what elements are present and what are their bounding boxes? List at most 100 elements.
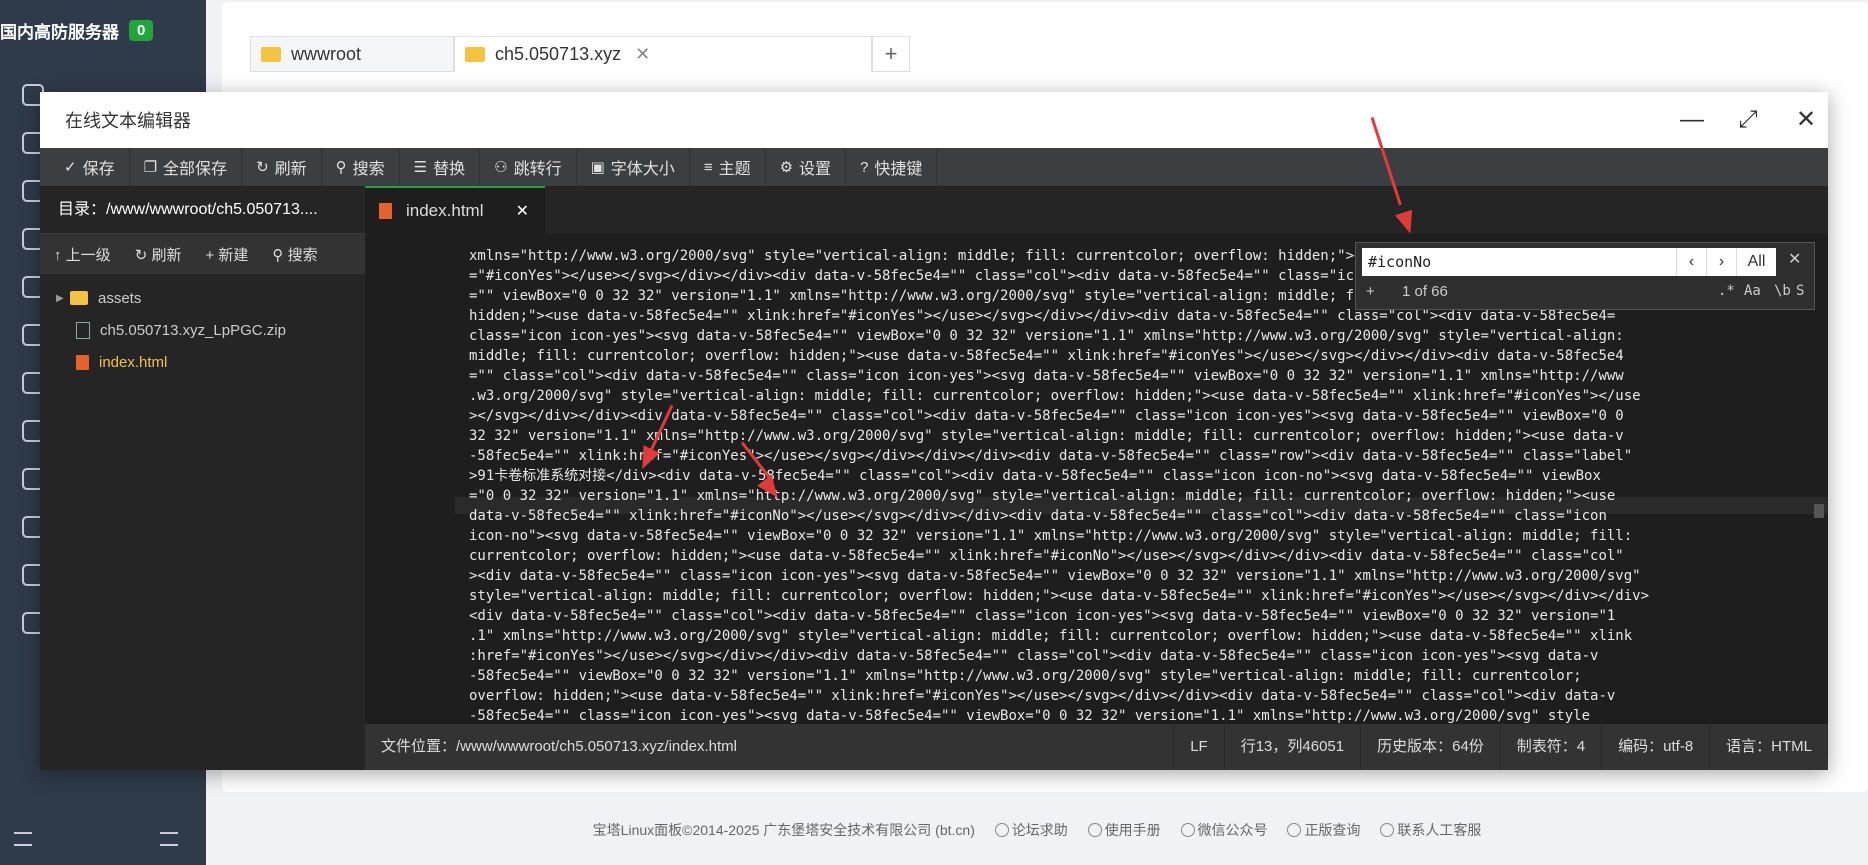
match-count: 1 of 66 [1402, 283, 1448, 300]
close-window-icon[interactable]: ✕ [1790, 104, 1822, 136]
case-toggle-icon[interactable]: Aa [1744, 283, 1761, 299]
status-language[interactable]: 语言：HTML [1709, 724, 1828, 770]
tab-ch5[interactable]: ch5.050713.xyz ✕ [454, 36, 872, 72]
new-file-button[interactable]: + 新建 [205, 244, 248, 265]
status-tab[interactable]: 制表符：4 [1499, 724, 1601, 770]
editor-title: 在线文本编辑器 [65, 111, 191, 131]
code-line: data-v-58fec5e4="" xlink:href="#iconNo">… [469, 508, 1607, 524]
code-line: .w3.org/2000/svg" style="vertical-align:… [469, 388, 1641, 404]
search-button[interactable]: ⚲ 搜索 [322, 148, 400, 186]
search-tree-button[interactable]: ⚲ 搜索 [272, 244, 317, 265]
code-line: ="" class="col"><div data-v-58fec5e4="" … [469, 368, 1624, 384]
font-size-button[interactable]: ▣ 字体大小 [577, 148, 690, 186]
folder-icon [465, 46, 485, 62]
help-icon: ? [860, 158, 869, 176]
add-tab-button[interactable]: + [872, 36, 910, 72]
refresh-button[interactable]: ↻ 刷新 [242, 148, 322, 186]
replace-button[interactable]: ☰ 替换 [400, 148, 481, 186]
code-line: :href="#iconYes"></use></svg></div></div… [469, 648, 1599, 664]
tab-label: ch5.050713.xyz [495, 43, 622, 64]
footer-copyright: 宝塔Linux面板©2014-2025 广东堡塔安全技术有限公司 (bt.cn) [592, 822, 975, 838]
folder-icon [261, 46, 281, 62]
status-cursor[interactable]: 行13，列46051 [1223, 724, 1360, 770]
check-icon: ✓ [64, 159, 77, 176]
footer-link[interactable]: 微信公众号 [1180, 822, 1268, 838]
search-input[interactable] [1362, 248, 1676, 276]
folder-icon [70, 291, 88, 305]
manual-icon [1087, 823, 1102, 837]
refresh-icon: ↻ [256, 159, 269, 176]
close-search-icon[interactable]: ✕ [1788, 249, 1801, 269]
save-all-button[interactable]: ❐ 全部保存 [130, 148, 243, 186]
scrollbar-thumb[interactable] [1814, 504, 1824, 518]
editor-titlebar: 在线文本编辑器 — ⤢ ✕ [40, 92, 1828, 148]
regex-toggle-icon[interactable]: .* [1718, 283, 1735, 299]
footer-link[interactable]: 联系人工客服 [1380, 822, 1481, 838]
verify-icon [1287, 823, 1302, 837]
vertical-scrollbar[interactable] [1814, 234, 1824, 724]
word-toggle-icon[interactable]: \b [1774, 283, 1791, 299]
file-tree: ▶ assets ch5.050713.xyz_LpPGC.zip index.… [40, 274, 365, 378]
code-line: <div data-v-58fec5e4="" class="col"><div… [469, 608, 1616, 624]
maximize-icon[interactable]: ⤢ [1732, 104, 1764, 136]
copy-icon: ❐ [143, 159, 158, 176]
status-encoding[interactable]: 编码：utf-8 [1601, 724, 1709, 770]
code-line: 32 32" version="1.1" xmlns="http://www.w… [469, 428, 1624, 444]
jump-icon: ⚇ [494, 159, 508, 176]
brand[interactable]: 国内高防服务器 0 [0, 14, 154, 46]
replace-toggle-icon[interactable]: + [1366, 283, 1375, 300]
minimize-icon[interactable]: — [1676, 104, 1708, 136]
brand-name: 国内高防服务器 [0, 22, 119, 42]
tree-folder-assets[interactable]: ▶ assets [40, 282, 365, 314]
footer-link[interactable]: 正版查询 [1287, 822, 1360, 838]
tree-file-zip[interactable]: ch5.050713.xyz_LpPGC.zip [40, 314, 365, 346]
directory-path: 目录：/www/wwwroot/ch5.050713.... [40, 186, 365, 234]
text-editor-window: 在线文本编辑器 — ⤢ ✕ ✓ 保存 ❐ 全部保存 ↻ 刷新 ⚲ 搜索 ☰ 替换 ⚇ 跳转行… [40, 92, 1828, 770]
chevron-right-icon[interactable]: ▶ [56, 293, 70, 304]
editor-tabs: index.html ✕ [365, 186, 1828, 234]
selection-toggle-icon[interactable]: S [1796, 283, 1804, 299]
status-path: 文件位置：/www/wwwroot/ch5.050713.xyz/index.h… [381, 738, 737, 755]
footer: 宝塔Linux面板©2014-2025 广东堡塔安全技术有限公司 (bt.cn)… [206, 820, 1868, 840]
theme-icon: ≡ [703, 158, 713, 176]
sidebar-bottom [0, 828, 206, 856]
code-line: class="icon icon-yes"><svg data-v-58fec5… [469, 328, 1624, 344]
list-icon[interactable] [160, 832, 178, 846]
footer-link[interactable]: 论坛求助 [994, 822, 1068, 838]
code-line: .1" xmlns="http://www.w3.org/2000/svg" s… [469, 628, 1633, 644]
footer-link[interactable]: 使用手册 [1087, 822, 1161, 838]
save-button[interactable]: ✓ 保存 [50, 148, 130, 186]
status-eol[interactable]: LF [1173, 724, 1224, 770]
tab-label: wwwroot [291, 43, 362, 64]
find-all-button[interactable]: All [1736, 248, 1776, 276]
goto-line-button[interactable]: ⚇ 跳转行 [480, 148, 577, 186]
support-icon [1380, 823, 1395, 837]
replace-icon: ☰ [413, 159, 428, 176]
search-icon: ⚲ [335, 159, 347, 176]
code-line: ><div data-v-58fec5e4="" class="icon ico… [469, 568, 1641, 584]
code-line: ="0 0 32 32" version="1.1" xmlns="http:/… [469, 488, 1616, 504]
refresh-tree-button[interactable]: ↻ 刷新 [135, 244, 182, 265]
tab-wwwroot[interactable]: wwwroot [250, 36, 454, 72]
close-icon[interactable]: ✕ [516, 201, 529, 221]
up-button[interactable]: ↑ 上一级 [54, 244, 111, 265]
editor-tab-index[interactable]: index.html ✕ [365, 186, 545, 234]
html5-icon [379, 203, 392, 219]
prev-match-icon[interactable]: ‹ [1676, 248, 1706, 276]
close-icon[interactable]: ✕ [635, 44, 650, 65]
code-line: icon-no"><svg data-v-58fec5e4="" viewBox… [469, 528, 1633, 544]
tree-file-index[interactable]: index.html [40, 346, 365, 378]
editor-toolbar: ✓ 保存 ❐ 全部保存 ↻ 刷新 ⚲ 搜索 ☰ 替换 ⚇ 跳转行 ▣ 字体大小 ≡ 主题 ⚙ 设置… [40, 148, 1828, 186]
next-match-icon[interactable]: › [1706, 248, 1736, 276]
theme-button[interactable]: ≡ 主题 [690, 148, 766, 186]
directory-actions: ↑ 上一级 ↻ 刷新 + 新建 ⚲ 搜索 [40, 234, 365, 274]
settings-button[interactable]: ⚙ 设置 [766, 148, 847, 186]
html5-icon [76, 354, 89, 370]
code-line: style="vertical-align: middle; fill: cur… [469, 588, 1650, 604]
code-line: -58fec5e4="" class="icon icon-yes"><svg … [469, 708, 1591, 724]
status-history[interactable]: 历史版本：64份 [1360, 724, 1500, 770]
code-line: hidden;"><use data-v-58fec5e4="" xlink:h… [469, 308, 1616, 324]
search-box: ‹ › All ✕ + 1 of 66 .* Aa \b S [1355, 242, 1815, 310]
shortcuts-button[interactable]: ? 快捷键 [846, 148, 938, 186]
collapse-menu-icon[interactable] [14, 832, 32, 846]
